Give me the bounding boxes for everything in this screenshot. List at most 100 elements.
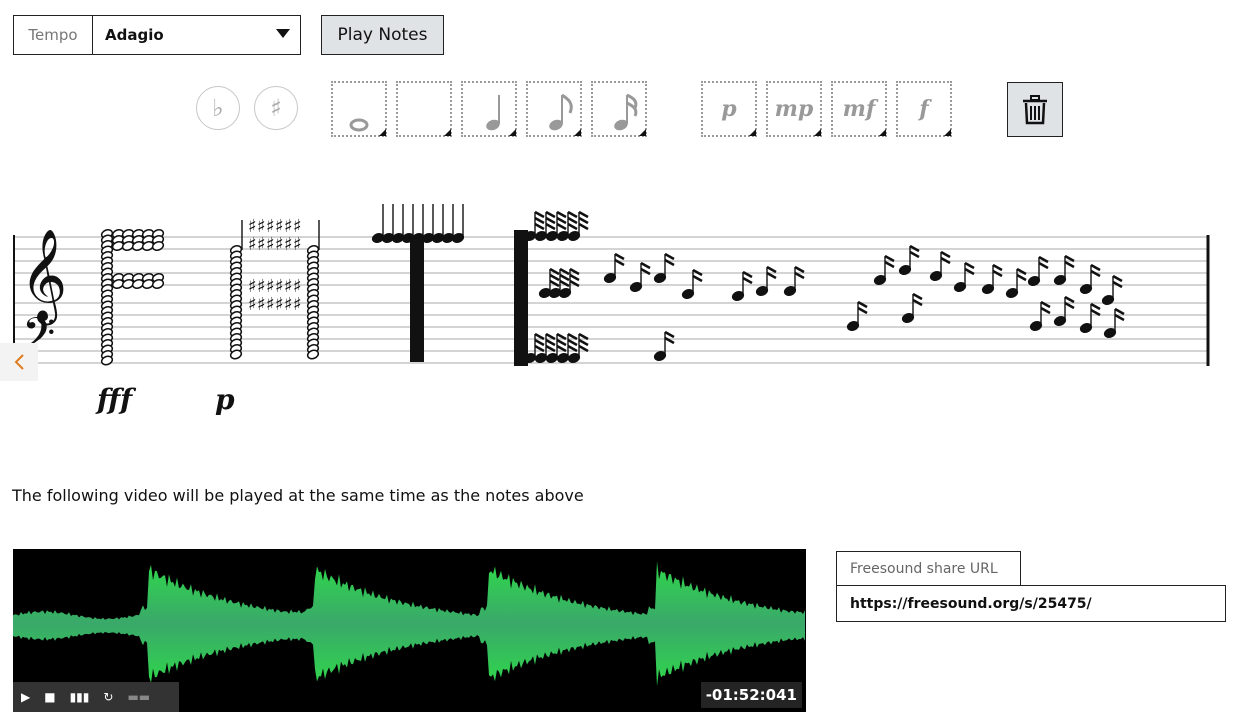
sixteenth-note-button[interactable] <box>591 81 647 137</box>
tempo-label: Tempo <box>14 16 93 54</box>
note-flag <box>567 216 578 225</box>
trash-icon <box>1023 94 1047 124</box>
freesound-url-label: Freesound share URL <box>836 551 1021 585</box>
note-flag <box>578 332 589 341</box>
collapse-tab[interactable] <box>0 343 38 381</box>
note-flag <box>742 276 753 285</box>
note-flag <box>567 332 578 341</box>
stop-icon[interactable]: ■ <box>44 691 55 703</box>
timecode: -01:52:041 <box>700 682 802 708</box>
note-flag <box>534 332 545 341</box>
sharp-mark: ♯ <box>248 234 257 255</box>
half-note-button[interactable] <box>396 81 452 137</box>
note-flag <box>912 292 923 301</box>
tempo-value[interactable]: Adagio <box>93 16 300 54</box>
note-flag <box>545 216 556 225</box>
play-icon[interactable]: ▶ <box>21 691 30 703</box>
note-flag <box>534 344 545 353</box>
note-flag <box>1090 302 1101 311</box>
note-column <box>410 238 424 362</box>
note-flag <box>545 222 556 231</box>
sharp-mark: ♯ <box>275 294 284 315</box>
delete-button[interactable] <box>1007 82 1063 137</box>
dynamic-mark-p[interactable]: p <box>215 383 235 416</box>
sharp-mark: ♯ <box>248 294 257 315</box>
sharp-icon: ♯ <box>270 94 282 122</box>
flat-button[interactable]: ♭ <box>196 86 240 130</box>
note-flag <box>578 210 589 219</box>
sharp-mark: ♯ <box>257 234 266 255</box>
sharp-button[interactable]: ♯ <box>254 86 298 130</box>
dynamic-mp-label: mp <box>774 96 814 122</box>
dynamic-mp-button[interactable]: mp <box>766 81 822 137</box>
volume-icon[interactable]: ▬▬ <box>127 691 150 703</box>
note-flag <box>794 265 805 274</box>
note-flag <box>1112 274 1123 283</box>
dynamic-mf-label: mf <box>842 96 876 122</box>
note-flag <box>534 216 545 225</box>
sharp-mark: ♯ <box>275 234 284 255</box>
note-flag <box>794 271 805 280</box>
note-flag <box>857 306 868 315</box>
note-flag <box>534 338 545 347</box>
eighth-note-button[interactable] <box>526 81 582 137</box>
note-flag <box>545 344 556 353</box>
note-flag <box>964 261 975 270</box>
dynamic-mf-button[interactable]: mf <box>831 81 887 137</box>
note-flag <box>567 222 578 231</box>
note-flag <box>578 216 589 225</box>
note-flag <box>766 271 777 280</box>
note-flag <box>1040 306 1051 315</box>
note-flag <box>1090 263 1101 272</box>
note-flag <box>1038 261 1049 270</box>
quarter-note-button[interactable] <box>461 81 517 137</box>
waveform-shape <box>13 561 805 687</box>
waveform-player[interactable]: ▶ ■ ▮▮▮ ↻ ▬▬ -01:52:041 <box>13 549 806 712</box>
freesound-url-input[interactable]: https://freesound.org/s/25475/ <box>836 585 1226 622</box>
whole-note-button[interactable] <box>331 81 387 137</box>
note-flag <box>578 344 589 353</box>
note-flag <box>614 252 625 261</box>
tempo-select[interactable]: Tempo Adagio <box>13 15 301 55</box>
note-flag <box>567 210 578 219</box>
note-flag <box>664 252 675 261</box>
dynamic-f-button[interactable]: f <box>896 81 952 137</box>
spectrum-icon[interactable]: ▮▮▮ <box>70 691 90 703</box>
note-flag <box>545 338 556 347</box>
sharp-mark: ♯ <box>293 294 302 315</box>
loop-icon[interactable]: ↻ <box>103 691 113 703</box>
note-flag <box>1016 273 1027 282</box>
chevron-down-icon[interactable] <box>276 29 290 38</box>
note-flag <box>556 210 567 219</box>
note-flag <box>1064 254 1075 263</box>
note-flag <box>909 250 920 259</box>
note-flag <box>545 332 556 341</box>
sharp-mark: ♯ <box>257 294 266 315</box>
note-flag <box>992 263 1003 272</box>
play-notes-button[interactable]: Play Notes <box>321 15 444 55</box>
note-flag <box>556 338 567 347</box>
note-flag <box>534 210 545 219</box>
note-flag <box>1064 260 1075 269</box>
dynamic-mark-fff[interactable]: fff <box>97 383 132 416</box>
note-flag <box>556 344 567 353</box>
note-flag <box>766 265 777 274</box>
flat-icon: ♭ <box>212 94 224 122</box>
note-flag <box>1114 313 1125 322</box>
chevron-left-icon <box>14 354 24 370</box>
player-controls: ▶ ■ ▮▮▮ ↻ ▬▬ <box>13 682 179 712</box>
note-flag <box>556 332 567 341</box>
note-flag <box>559 273 570 282</box>
score-staff[interactable]: 𝄞𝄢♯♯♯♯♯♯♯♯♯♯♯♯♯♯♯♯♯♯♯♯♯♯♯♯ <box>0 190 1230 380</box>
note-flag <box>567 344 578 353</box>
dynamic-f-label: f <box>919 96 929 122</box>
sharp-mark: ♯ <box>266 294 275 315</box>
tempo-selected-value: Adagio <box>105 26 164 44</box>
note-flag <box>569 273 580 282</box>
note-flag <box>1114 307 1125 316</box>
note-flag <box>1064 295 1075 304</box>
note-flag <box>545 210 556 219</box>
dynamic-p-button[interactable]: p <box>701 81 757 137</box>
note-flag <box>578 338 589 347</box>
note-flag <box>940 250 951 259</box>
